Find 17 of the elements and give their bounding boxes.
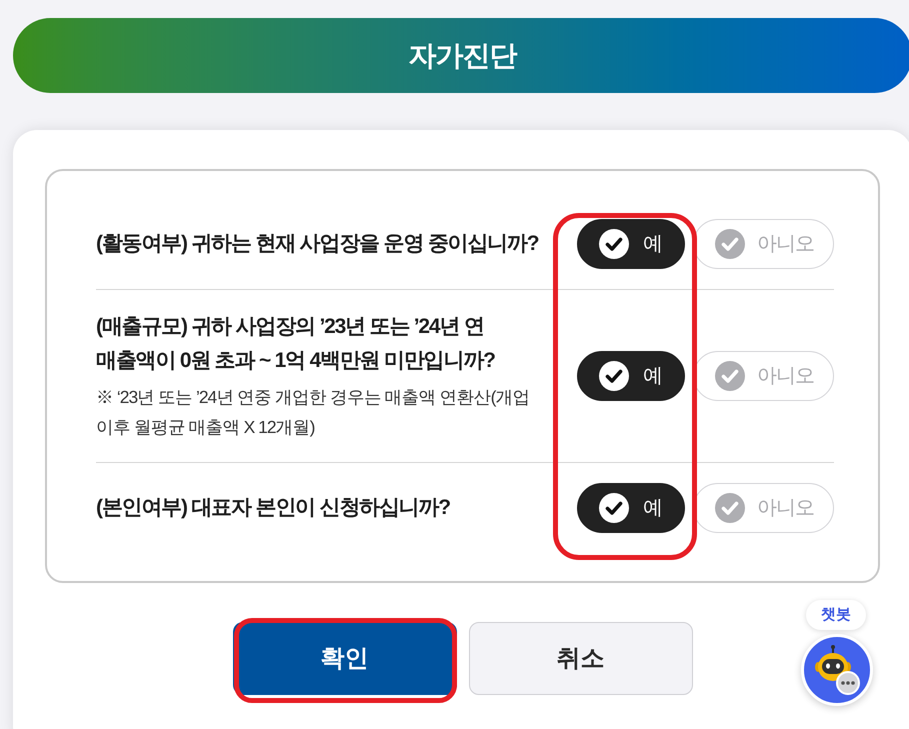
chatbot-label: 챗봇: [806, 600, 866, 630]
check-circle-icon: [599, 229, 629, 259]
question-text: (활동여부) 귀하는 현재 사업장을 운영 중이십니까?: [96, 231, 540, 257]
check-circle-icon: [715, 493, 745, 523]
cancel-button[interactable]: 취소: [468, 622, 692, 695]
question-text: (매출규모) 귀하 사업장의 ’23년 또는 ’24년 연 매출액이 0원 초과 ~ 1억 4백만원 미만입니까?: [96, 314, 496, 374]
answer-button[interactable]: 예: [577, 351, 685, 401]
title-banner: 자가진단: [13, 18, 909, 93]
check-circle-icon: [715, 361, 745, 391]
question-text: (본인여부) 대표자 본인이 신청하십니까?: [96, 495, 451, 521]
check-circle-icon: [599, 493, 629, 523]
check-circle-icon: [715, 229, 745, 259]
answer-button[interactable]: 예: [577, 219, 685, 269]
note-text: ※ ‘23년 또는 ’24년 연중 개업한 경우는 매출액 연환산(개업 이후 월평균 매출액 X 12개월): [96, 386, 530, 439]
confirm-button[interactable]: 확인: [232, 622, 456, 695]
check-circle-icon: [599, 361, 629, 391]
answer-button[interactable]: 예: [577, 483, 685, 533]
